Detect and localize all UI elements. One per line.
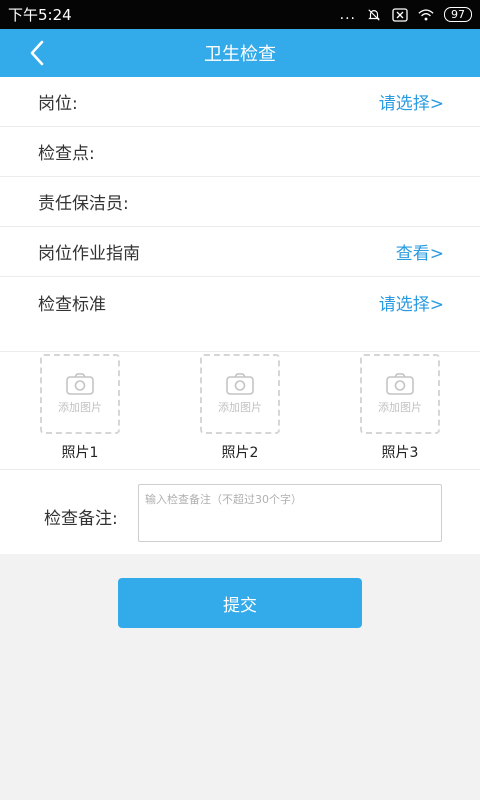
photo-slot-3: 添加图片 照片3 xyxy=(360,354,440,469)
status-time: 下午5:24 xyxy=(8,6,72,24)
status-icons: ... 97 xyxy=(340,7,472,23)
cleaner-label: 责任保洁员: xyxy=(38,194,129,214)
standard-label: 检查标准 xyxy=(38,294,106,315)
remark-label: 检查备注: xyxy=(44,509,118,529)
remark-section: 检查备注: xyxy=(0,470,480,554)
post-row[interactable]: 岗位: 请选择> xyxy=(0,77,480,127)
photo-slot-1: 添加图片 照片1 xyxy=(40,354,120,469)
status-bar: 下午5:24 ... 97 xyxy=(0,0,480,29)
guide-label: 岗位作业指南 xyxy=(38,244,140,264)
post-label: 岗位: xyxy=(38,94,78,114)
add-photo-hint: 添加图片 xyxy=(218,401,262,414)
camera-icon xyxy=(386,373,414,395)
checkpoint-row: 检查点: xyxy=(0,127,480,177)
cleaner-row: 责任保洁员: xyxy=(0,177,480,227)
add-photo-1-button[interactable]: 添加图片 xyxy=(40,354,120,434)
add-photo-hint: 添加图片 xyxy=(58,401,102,414)
add-photo-hint: 添加图片 xyxy=(378,401,422,414)
battery-icon: 97 xyxy=(444,7,472,22)
guide-row[interactable]: 岗位作业指南 查看> xyxy=(0,227,480,277)
photo-section: 添加图片 照片1 添加图片 照片2 添加图片 照片3 xyxy=(0,352,480,470)
photo-slot-2: 添加图片 照片2 xyxy=(200,354,280,469)
page-title: 卫生检查 xyxy=(204,44,276,65)
divider xyxy=(0,327,480,352)
checkpoint-label: 检查点: xyxy=(38,144,95,164)
sim-off-icon xyxy=(392,7,408,22)
more-dots-icon: ... xyxy=(339,6,356,23)
photo-caption: 照片2 xyxy=(221,445,259,461)
post-select-link[interactable]: 请选择> xyxy=(379,89,444,114)
photo-caption: 照片1 xyxy=(61,445,99,461)
submit-area: 提交 xyxy=(0,554,480,628)
form-card: 岗位: 请选择> 检查点: 责任保洁员: 岗位作业指南 查看> 检查标准 请选择… xyxy=(0,77,480,554)
camera-icon xyxy=(66,373,94,395)
nav-bar: 卫生检查 xyxy=(0,29,480,77)
back-arrow-icon[interactable] xyxy=(24,39,52,67)
add-photo-2-button[interactable]: 添加图片 xyxy=(200,354,280,434)
standard-select-link[interactable]: 请选择> xyxy=(379,290,444,315)
submit-button[interactable]: 提交 xyxy=(118,578,362,628)
camera-icon xyxy=(226,373,254,395)
remark-input[interactable] xyxy=(138,484,442,542)
add-photo-3-button[interactable]: 添加图片 xyxy=(360,354,440,434)
mute-bell-icon xyxy=(368,8,380,21)
standard-row[interactable]: 检查标准 请选择> xyxy=(0,277,480,327)
photo-caption: 照片3 xyxy=(381,445,419,461)
guide-view-link[interactable]: 查看> xyxy=(396,239,444,264)
wifi-icon xyxy=(418,8,434,20)
